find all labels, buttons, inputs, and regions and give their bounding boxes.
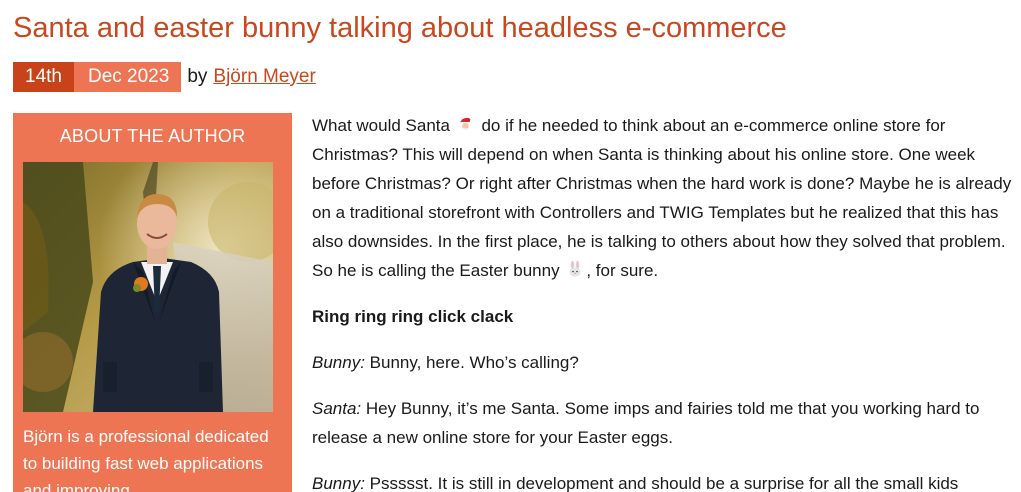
by-label: by (187, 66, 208, 87)
dialogue-speaker: Santa: (312, 399, 362, 418)
intro-paragraph: What would Santa do if he needed to thin… (312, 111, 1017, 285)
author-photo (23, 162, 273, 412)
date-month-badge: Dec 2023 (73, 62, 182, 92)
dialogue-line: Santa: Hey Bunny, it’s me Santa. Some im… (312, 394, 1017, 452)
rabbit-emoji-icon (569, 260, 581, 277)
dialogue-line: Bunny: Pssssst. It is still in developme… (312, 469, 1017, 492)
about-author-heading: ABOUT THE AUTHOR (59, 126, 246, 146)
about-author-box: ABOUT THE AUTHOR Björn is a professional… (13, 113, 292, 492)
intro-text-1: What would Santa (312, 116, 450, 135)
ring-line: Ring ring ring click clack (312, 307, 514, 326)
post-content: What would Santa do if he needed to thin… (312, 111, 1017, 492)
dialogue-text: Hey Bunny, it’s me Santa. Some imps and … (312, 399, 980, 447)
dialogue-speaker: Bunny: (312, 353, 365, 372)
post-meta: 14th Dec 2023 by Björn Meyer (13, 62, 316, 92)
author-portrait-image (23, 162, 273, 412)
intro-text-2: do if he needed to think about an e-comm… (312, 116, 1012, 280)
santa-emoji-icon (459, 117, 474, 131)
blog-post-page: Santa and easter bunny talking about hea… (0, 0, 1021, 492)
intro-text-3: , for sure. (586, 261, 659, 280)
author-bio: Björn is a professional dedicated to bui… (23, 427, 269, 492)
dialogue-line: Bunny: Bunny, here. Who’s calling? (312, 348, 1017, 377)
dialogue-text: Bunny, here. Who’s calling? (364, 353, 579, 372)
dialogue-text: Pssssst. It is still in development and … (364, 474, 959, 492)
post-title: Santa and easter bunny talking about hea… (13, 12, 787, 44)
dialogue-speaker: Bunny: (312, 474, 365, 492)
author-link[interactable]: Björn Meyer (213, 66, 315, 88)
date-day-badge: 14th (13, 62, 74, 92)
